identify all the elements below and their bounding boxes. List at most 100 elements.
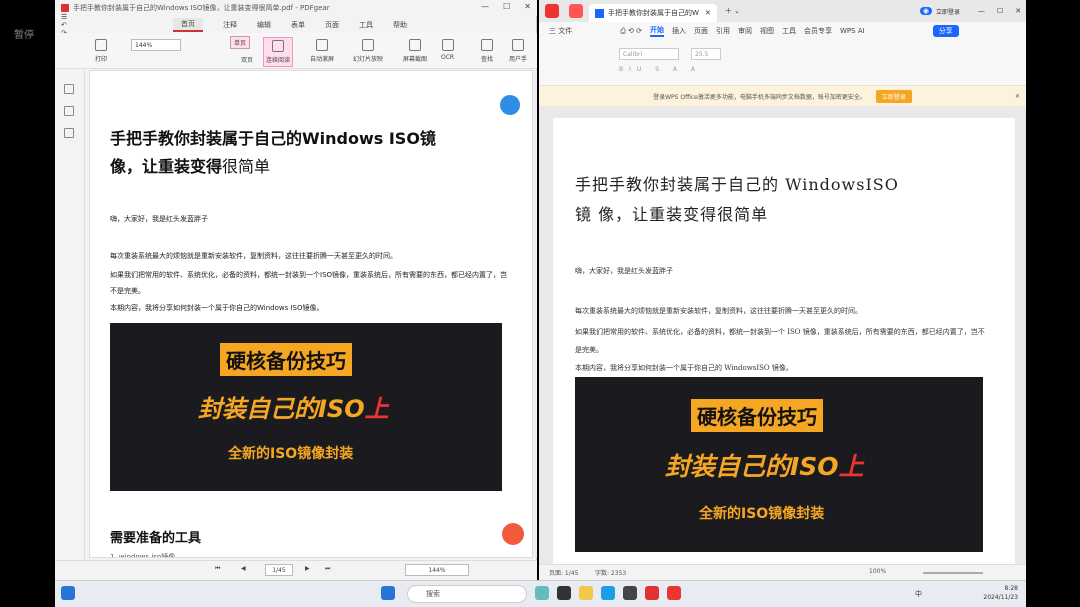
left-scrollbar[interactable]	[533, 70, 537, 558]
continuous-read-button[interactable]: 连续阅读	[263, 37, 294, 67]
double-page-button[interactable]: 双页	[241, 55, 253, 64]
font-name-field[interactable]: Calibri	[619, 48, 679, 60]
language-indicator[interactable]: 中	[915, 589, 922, 599]
edge-icon[interactable]	[601, 586, 615, 600]
comment-icon[interactable]	[64, 128, 74, 138]
menu-tools[interactable]: 工具	[782, 26, 796, 36]
new-tab-icon[interactable]: ＋ ⌄	[725, 6, 740, 16]
find-button[interactable]: 查找	[481, 39, 493, 63]
wps-logo-icon[interactable]	[545, 4, 559, 18]
next-page-icon[interactable]: ▶	[305, 565, 310, 572]
word-page: 手把手教你封装属于自己的 WindowsISO 镜 像，让重装变得很简单 嗨，大…	[553, 118, 1015, 564]
pdf-greeting: 嗨，大家好，我是红头发蓝胖子	[110, 215, 208, 223]
notice-close-icon[interactable]: ✕	[1015, 93, 1020, 100]
zoom-slider[interactable]	[923, 572, 983, 574]
login-notice-bar: 登录WPS Office激活更多功能，电脑手机多端同步文档数据，账号加密更安全。…	[539, 86, 1026, 106]
quick-tools[interactable]: ⎙ ⟲ ⟳	[620, 27, 642, 36]
right-menu-bar: 三 文件 ⎙ ⟲ ⟳ 开始 插入 页面 引用 审阅 视图 工具 会员专享 WPS…	[539, 22, 1026, 40]
task-view-icon[interactable]	[557, 586, 571, 600]
menu-annotate[interactable]: 注释	[223, 20, 237, 30]
menu-home[interactable]: 首页	[173, 18, 203, 32]
auto-scroll-icon	[316, 39, 328, 51]
last-page-icon[interactable]: ⏭	[325, 565, 330, 573]
left-title-bar: 手把手教你封装属于自己的Windows ISO镜像，让重装变得很简单.pdf -…	[55, 0, 537, 16]
app-icon[interactable]	[623, 586, 637, 600]
menu-file[interactable]: 三 文件	[549, 26, 572, 36]
minimize-icon[interactable]: —	[481, 2, 489, 11]
login-link[interactable]: 立即登录	[936, 7, 960, 16]
menu-start[interactable]: 开始	[650, 25, 665, 37]
banner-line-1: 硬核备份技巧	[220, 343, 352, 376]
watermark: 暂停	[14, 30, 34, 41]
pdfgear-icon[interactable]	[645, 586, 659, 600]
minimize-icon[interactable]: —	[978, 7, 985, 15]
bottom-zoom[interactable]: 144%	[405, 564, 469, 576]
pdf-banner-image: 硬核备份技巧 封装自己的ISO上 全新的ISO镜像封装	[110, 323, 502, 491]
widgets-icon[interactable]	[61, 586, 75, 600]
share-button[interactable]: 分享	[932, 25, 959, 37]
pdf-paragraph-1: 每次重装系统最大的烦恼就是重新安装软件，复制资料，这往往要折腾一天甚至更久的时间…	[110, 252, 397, 260]
maximize-icon[interactable]: ☐	[997, 7, 1003, 15]
wps-icon[interactable]	[667, 586, 681, 600]
zoom-select[interactable]: 144%	[131, 39, 181, 51]
scissors-icon	[409, 39, 421, 51]
clock[interactable]: 8:28 2024/11/23	[983, 584, 1018, 602]
pages-icon[interactable]	[64, 106, 74, 116]
banner-line-3: 全新的ISO镜像封装	[228, 446, 354, 462]
user-manual-button[interactable]: 用户手	[509, 39, 527, 63]
close-icon[interactable]: ✕	[1015, 7, 1021, 15]
copilot-icon[interactable]	[535, 586, 549, 600]
pdf-tab-icon[interactable]	[569, 4, 583, 18]
assistant-icon[interactable]	[502, 523, 524, 545]
pdf-paragraph-2: 如果我们把常用的软件、系统优化，必备的资料，都统一封装到一个ISO镜像，重装系统…	[110, 271, 508, 295]
menu-page[interactable]: 页面	[694, 26, 708, 36]
user-avatar[interactable]: ◉	[919, 7, 932, 15]
menu-insert[interactable]: 插入	[672, 26, 686, 36]
banner-line-2: 封装自己的ISO上	[198, 395, 389, 423]
manual-icon	[512, 39, 524, 51]
close-icon[interactable]: ✕	[524, 2, 531, 11]
menu-help[interactable]: 帮助	[393, 20, 407, 30]
single-page-button[interactable]: 单页	[230, 36, 251, 49]
notice-login-button[interactable]: 立即登录	[875, 89, 912, 103]
start-icon[interactable]	[381, 586, 395, 600]
maximize-icon[interactable]: ☐	[503, 2, 510, 11]
word-paragraph-3: 本期内容，我将分享如何封装一个属于你自己的 WindowsISO 镜像。	[575, 364, 793, 372]
menu-tools[interactable]: 工具	[359, 20, 373, 30]
menu-view[interactable]: 视图	[760, 26, 774, 36]
status-zoom[interactable]: 100%	[869, 568, 886, 575]
menu-member[interactable]: 会员专享	[804, 26, 832, 36]
status-page[interactable]: 页面: 1/45	[549, 568, 578, 577]
translate-icon[interactable]	[500, 95, 520, 115]
taskbar-search[interactable]: 搜索	[407, 585, 527, 603]
prev-page-icon[interactable]: ◀	[241, 565, 246, 572]
word-paragraph-1: 每次重装系统最大的烦恼就是重新安装软件，复制资料，这往往要折腾一天甚至更久的时间…	[575, 307, 862, 315]
tab-close-icon[interactable]: ✕	[705, 9, 711, 17]
slideshow-button[interactable]: 幻灯片放映	[353, 39, 383, 63]
font-size-field[interactable]: 25.5	[691, 48, 721, 60]
page-number-input[interactable]: 1/45	[265, 564, 293, 576]
ocr-button[interactable]: OCR	[441, 39, 454, 61]
status-words[interactable]: 字数: 2353	[595, 568, 626, 577]
right-black-bar	[1026, 0, 1080, 607]
explorer-icon[interactable]	[579, 586, 593, 600]
menu-edit[interactable]: 编辑	[257, 20, 271, 30]
menu-wps-ai[interactable]: WPS AI	[840, 27, 865, 35]
continuous-icon	[272, 40, 284, 52]
screenshot-button[interactable]: 屏幕截图	[403, 39, 427, 63]
bookmark-icon[interactable]	[64, 84, 74, 94]
pdf-page: 手把手教你封装属于自己的Windows ISO镜 像，让重装变得很简单 嗨，大家…	[89, 70, 533, 558]
menu-form[interactable]: 表单	[291, 20, 305, 30]
first-page-icon[interactable]: ⏮	[215, 565, 220, 573]
menu-page[interactable]: 页面	[325, 20, 339, 30]
auto-scroll-button[interactable]: 自动滚屏	[310, 39, 334, 63]
left-window-title: 手把手教你封装属于自己的Windows ISO镜像，让重装变得很简单.pdf -…	[73, 4, 330, 12]
left-sidebar	[55, 70, 85, 580]
print-button[interactable]: 打印	[95, 39, 107, 63]
format-buttons[interactable]: BIU S A A	[619, 66, 701, 73]
menu-review[interactable]: 审阅	[738, 26, 752, 36]
document-area: 手把手教你封装属于自己的 WindowsISO 镜 像，让重装变得很简单 嗨，大…	[539, 106, 1026, 564]
ribbon: Calibri 25.5 BIU S A A	[539, 40, 1026, 86]
document-tab[interactable]: 手把手教你封装属于自己的W ✕	[589, 4, 717, 22]
menu-reference[interactable]: 引用	[716, 26, 730, 36]
